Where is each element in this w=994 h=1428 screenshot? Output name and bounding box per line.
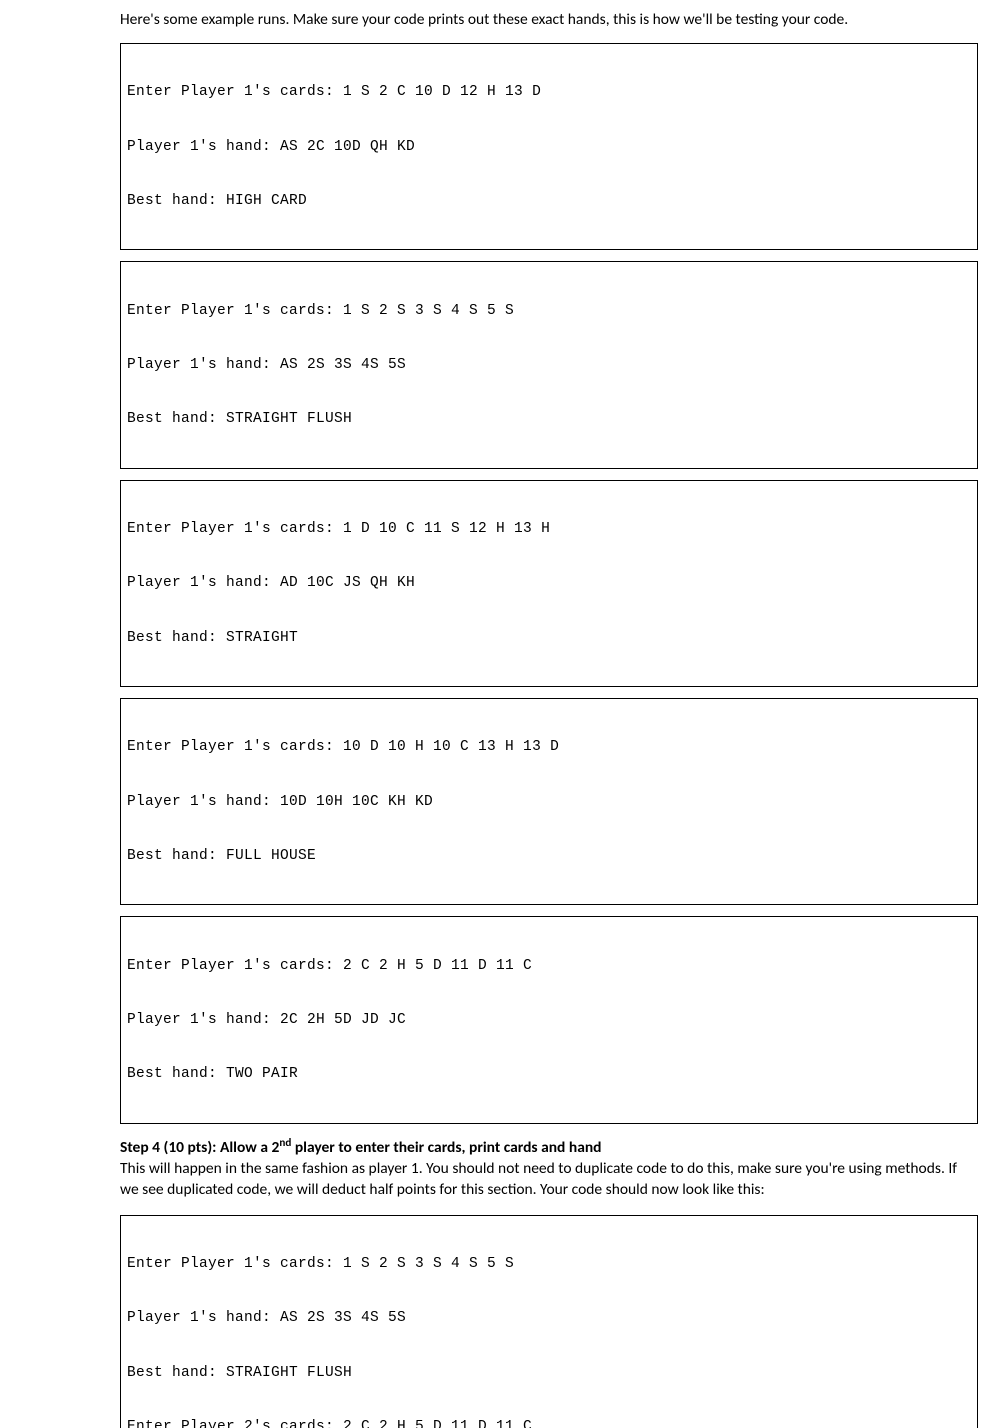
- step4-heading: Step 4 (10 pts): Allow a 2nd player to e…: [120, 1138, 978, 1157]
- code-line: Enter Player 1's cards: 2 C 2 H 5 D 11 D…: [127, 957, 971, 975]
- code-line: Best hand: STRAIGHT: [127, 629, 971, 647]
- code-line: Player 1's hand: 2C 2H 5D JD JC: [127, 1011, 971, 1029]
- code-line: Best hand: HIGH CARD: [127, 192, 971, 210]
- example-run-5: Enter Player 1's cards: 2 C 2 H 5 D 11 D…: [120, 916, 978, 1123]
- code-line: Best hand: STRAIGHT FLUSH: [127, 410, 971, 428]
- code-line: Enter Player 2's cards: 2 C 2 H 5 D 11 D…: [127, 1418, 971, 1428]
- step4-heading-suffix: player to enter their cards, print cards…: [291, 1138, 601, 1157]
- code-line: Player 1's hand: 10D 10H 10C KH KD: [127, 793, 971, 811]
- example-run-3: Enter Player 1's cards: 1 D 10 C 11 S 12…: [120, 480, 978, 687]
- example-run-2: Enter Player 1's cards: 1 S 2 S 3 S 4 S …: [120, 261, 978, 468]
- code-line: Enter Player 1's cards: 1 S 2 C 10 D 12 …: [127, 83, 971, 101]
- code-line: Player 1's hand: AS 2S 3S 4S 5S: [127, 1309, 971, 1327]
- intro-paragraph: Here's some example runs. Make sure your…: [120, 10, 978, 31]
- code-line: Enter Player 1's cards: 1 S 2 S 3 S 4 S …: [127, 302, 971, 320]
- step4-heading-prefix: Step 4 (10 pts): Allow a 2: [120, 1138, 279, 1157]
- step4-body: This will happen in the same fashion as …: [120, 1159, 978, 1201]
- document-page: Here's some example runs. Make sure your…: [0, 10, 994, 1428]
- code-line: Best hand: TWO PAIR: [127, 1065, 971, 1083]
- code-line: Player 1's hand: AS 2C 10D QH KD: [127, 138, 971, 156]
- step4-heading-sup: nd: [279, 1135, 291, 1149]
- code-line: Enter Player 1's cards: 1 S 2 S 3 S 4 S …: [127, 1255, 971, 1273]
- example-run-4: Enter Player 1's cards: 10 D 10 H 10 C 1…: [120, 698, 978, 905]
- example-run-1: Enter Player 1's cards: 1 S 2 C 10 D 12 …: [120, 43, 978, 250]
- code-line: Enter Player 1's cards: 10 D 10 H 10 C 1…: [127, 738, 971, 756]
- code-line: Best hand: STRAIGHT FLUSH: [127, 1364, 971, 1382]
- code-line: Player 1's hand: AS 2S 3S 4S 5S: [127, 356, 971, 374]
- example-run-step4: Enter Player 1's cards: 1 S 2 S 3 S 4 S …: [120, 1215, 978, 1428]
- code-line: Player 1's hand: AD 10C JS QH KH: [127, 574, 971, 592]
- code-line: Best hand: FULL HOUSE: [127, 847, 971, 865]
- code-line: Enter Player 1's cards: 1 D 10 C 11 S 12…: [127, 520, 971, 538]
